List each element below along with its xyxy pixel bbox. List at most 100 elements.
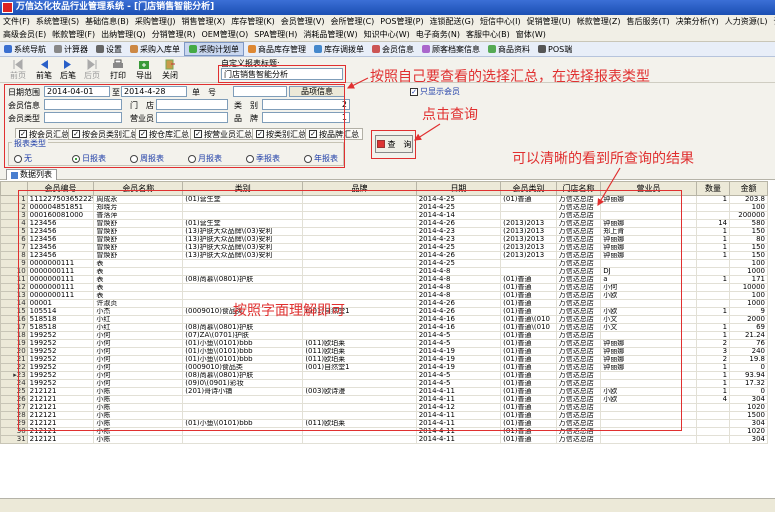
table-row[interactable]: 15 105514 小杰 (0009010)食品类 (001)自然堂1 2014-4-26… bbox=[0, 307, 768, 316]
query-button[interactable]: 查 询 bbox=[375, 135, 413, 153]
group-by-warehouse-checkbox[interactable]: ✓ 按仓库汇总 bbox=[135, 128, 193, 140]
report-type-none-radio[interactable]: 无 bbox=[14, 153, 32, 164]
table-row[interactable]: 28 212121 小陈 2014-4-11 (01)普通 万信达总店 1500 bbox=[0, 411, 768, 420]
table-row[interactable]: 5 123456 曾焕舒 (13)护肤大众品牌\(03)安利 2014-4-23 (201… bbox=[0, 227, 768, 236]
category-input[interactable]: 2 bbox=[262, 99, 350, 110]
report-type-monthly-radio[interactable]: 月报表 bbox=[188, 153, 222, 164]
prev-record-button[interactable]: 前笔 bbox=[32, 58, 56, 81]
menu-item[interactable]: 系统管理(S) bbox=[33, 15, 82, 28]
menu-item[interactable]: POS管理(P) bbox=[377, 15, 426, 28]
menu-item[interactable]: SPA管理(H) bbox=[251, 28, 300, 41]
nav-item[interactable]: 商品库存管理 bbox=[244, 42, 310, 56]
table-row[interactable]: 13 0000000111 表 2014-4-8 (01)普通 万信达总店 小欧 100 bbox=[0, 291, 768, 300]
menu-item[interactable]: 库存管理(K) bbox=[228, 15, 278, 28]
menu-item[interactable]: 会所管理(C) bbox=[327, 15, 377, 28]
table-row[interactable]: 9 0000000111 表 2014-4-25 万信达总店 100 bbox=[0, 259, 768, 268]
nav-item[interactable]: 设置 bbox=[92, 42, 126, 56]
menu-item[interactable]: 分销管理(R) bbox=[149, 28, 199, 41]
column-header[interactable]: 金额 bbox=[729, 181, 768, 196]
report-type-quarterly-radio[interactable]: 季报表 bbox=[246, 153, 280, 164]
column-header[interactable]: 会员编号 bbox=[26, 181, 95, 196]
table-row[interactable]: 2 000004851851 郑晓芳 2014-4-25 万信达总店 100 bbox=[0, 203, 768, 212]
menu-item[interactable]: 文件(F) bbox=[0, 15, 33, 28]
nav-item[interactable]: 采购计划单 bbox=[184, 42, 244, 56]
table-row[interactable]: 26 212121 小陈 2014-4-11 (01)普通 万信达总店 小欧 4 304 bbox=[0, 395, 768, 404]
menu-item[interactable]: OEM管理(O) bbox=[199, 28, 252, 41]
print-button[interactable]: 打印 bbox=[106, 58, 130, 81]
table-row[interactable]: 17 518518 小红 (08)尚慕\(0801)护肤 2014-4-16 (01)普通… bbox=[0, 323, 768, 332]
product-info-button[interactable]: 品项信息 bbox=[289, 86, 345, 97]
report-title-input[interactable] bbox=[221, 68, 343, 80]
menu-item[interactable]: 人力资源(L) bbox=[722, 15, 771, 28]
table-row[interactable]: 29 212121 小陈 (01)小鱼\(0101)bbb (011)欧珀莱 2014-4… bbox=[0, 419, 768, 428]
table-row[interactable]: 30 212121 小陈 2014-4-11 (01)普通 万信达总店 1020 bbox=[0, 427, 768, 436]
export-button[interactable]: 导出 bbox=[132, 58, 156, 81]
table-row[interactable]: 6 123456 曾焕舒 (13)护肤大众品牌\(03)安利 2014-4-23 (201… bbox=[0, 235, 768, 244]
menu-item[interactable]: 消耗品管理(W) bbox=[300, 28, 360, 41]
menu-item[interactable]: 客服中心(B) bbox=[463, 28, 513, 41]
nav-item[interactable]: POS端 bbox=[534, 42, 576, 56]
close-button[interactable]: 关闭 bbox=[158, 58, 182, 81]
group-by-category-checkbox[interactable]: ✓ 按类别汇总 bbox=[252, 128, 310, 140]
column-header[interactable]: 营业员 bbox=[600, 181, 697, 196]
date-to-input[interactable]: 2014-4-28 bbox=[121, 86, 187, 97]
table-row[interactable]: 27 212121 小陈 2014-4-12 (01)普通 万信达总店 1020 bbox=[0, 403, 768, 412]
group-by-member-category-checkbox[interactable]: ✓ 按会员类别汇总 bbox=[68, 128, 142, 140]
column-header[interactable]: 日期 bbox=[415, 181, 502, 196]
table-row[interactable]: 11 0000000111 表 (08)尚慕\(0801)护肤 2014-4-8 (01)… bbox=[0, 275, 768, 284]
column-header[interactable]: 会员名称 bbox=[93, 181, 184, 196]
next-record-button[interactable]: 后笔 bbox=[56, 58, 80, 81]
table-row[interactable]: 11112275036522299€周成永(01)营生堂2014-4-25(01… bbox=[0, 195, 768, 204]
member-type-input[interactable] bbox=[44, 112, 122, 123]
table-row[interactable]: 10 0000000111 表 2014-4-8 万信达总店 DJ 1000 bbox=[0, 267, 768, 276]
report-type-yearly-radio[interactable]: 年报表 bbox=[304, 153, 338, 164]
column-header[interactable]: 数量 bbox=[695, 181, 731, 196]
nav-item[interactable]: 会员信息 bbox=[368, 42, 418, 56]
table-row[interactable]: 3 000160081000 普落萍 2014-4-14 万信达总店 200000 bbox=[0, 211, 768, 220]
only-members-checkbox[interactable]: ✓ 只显示会员 bbox=[410, 86, 460, 97]
menu-item[interactable]: 高级会员(E) bbox=[0, 28, 49, 41]
menu-item[interactable]: 促销管理(U) bbox=[524, 15, 574, 28]
nav-item[interactable]: 商品资料 bbox=[484, 42, 534, 56]
menu-item[interactable]: 决策分析(Y) bbox=[673, 15, 722, 28]
table-row[interactable]: 24 199252 小何 (09)0\(0901)彩妆 2014-4-5 (01)普通 万信… bbox=[0, 379, 768, 388]
table-row[interactable]: 21 199252 小何 (01)小鱼\(0101)bbb (011)欧珀莱 2014-4… bbox=[0, 355, 768, 364]
brand-input[interactable]: 1 bbox=[262, 112, 350, 123]
table-row[interactable]: 31 212121 小陈 2014-4-11 (01)普通 万信达总店 304 bbox=[0, 435, 768, 444]
table-row[interactable]: 8 123456 曾焕舒 (13)护肤大众品牌\(03)安利 2014-4-26 (201… bbox=[0, 251, 768, 260]
column-header[interactable]: 门店名称 bbox=[555, 181, 602, 196]
table-row[interactable]: 19 199252 小何 (01)小鱼\(0101)bbb (011)欧珀莱 2014-4… bbox=[0, 339, 768, 348]
member-info-input[interactable] bbox=[44, 99, 122, 110]
tab-data-list[interactable]: 数据列表 bbox=[6, 169, 57, 180]
nav-item[interactable]: 计算器 bbox=[50, 42, 92, 56]
column-header[interactable]: 类别 bbox=[182, 181, 304, 196]
table-row[interactable]: ▸23 199252 小何 (08)尚慕\(0801)护肤 2014-4-5 (01)普通… bbox=[0, 371, 768, 380]
table-row[interactable]: 4 123456 曾焕舒 (01)营生堂 2014-4-26 (2013)2013 万信达总… bbox=[0, 219, 768, 228]
group-by-salesperson-checkbox[interactable]: ✓ 按营业员汇总 bbox=[190, 128, 256, 140]
table-row[interactable]: 14 00001 许淑贞 2014-4-26 (01)普通 万信达总店 1000 bbox=[0, 299, 768, 308]
table-row[interactable]: 16 518518 小红 2014-4-16 (01)普通\(010 万信达总店 小文 200… bbox=[0, 315, 768, 324]
menu-item[interactable]: 窗体(W) bbox=[513, 28, 549, 41]
report-type-daily-radio[interactable]: 日报表 bbox=[72, 153, 106, 164]
store-input[interactable] bbox=[156, 99, 228, 110]
first-page-button[interactable]: 前页 bbox=[6, 58, 30, 81]
menu-item[interactable]: 基础信息(B) bbox=[82, 15, 132, 28]
table-row[interactable]: 25 212121 小陈 (201)哥诗小铺 (003)欧诗漫 2014-4-11 (01)… bbox=[0, 387, 768, 396]
menu-item[interactable]: 采购管理(J) bbox=[132, 15, 179, 28]
menu-item[interactable]: 知识中心(W) bbox=[361, 28, 413, 41]
nav-item[interactable]: 顾客档案信息 bbox=[418, 42, 484, 56]
table-row[interactable]: 18 199252 小何 (07)ZA\(0701)护肤 2014-4-5 (01)普通万… bbox=[0, 331, 768, 340]
report-type-weekly-radio[interactable]: 周报表 bbox=[130, 153, 164, 164]
date-from-input[interactable]: 2014-04-01 bbox=[44, 86, 110, 97]
menu-item[interactable]: 帐款管理(Z) bbox=[574, 15, 624, 28]
menu-item[interactable]: 帐款管理(F) bbox=[49, 28, 98, 41]
column-header[interactable]: 品牌 bbox=[302, 181, 417, 196]
menu-item[interactable]: 销售管理(X) bbox=[179, 15, 229, 28]
nav-item[interactable]: 采购入库单 bbox=[126, 42, 184, 56]
table-row[interactable]: 7 123456 曾焕舒 (13)护肤大众品牌\(03)安利 2014-4-25 (201… bbox=[0, 243, 768, 252]
column-header[interactable]: 会员类别 bbox=[500, 181, 557, 196]
menu-item[interactable]: 售后服务(T) bbox=[623, 15, 672, 28]
table-row[interactable]: 22 199252 小何 (0009010)食品类 (001)自然堂1 2014-4-19… bbox=[0, 363, 768, 372]
menu-item[interactable]: 电子商务(N) bbox=[413, 28, 463, 41]
menu-item[interactable]: 出纳管理(Q) bbox=[98, 28, 149, 41]
